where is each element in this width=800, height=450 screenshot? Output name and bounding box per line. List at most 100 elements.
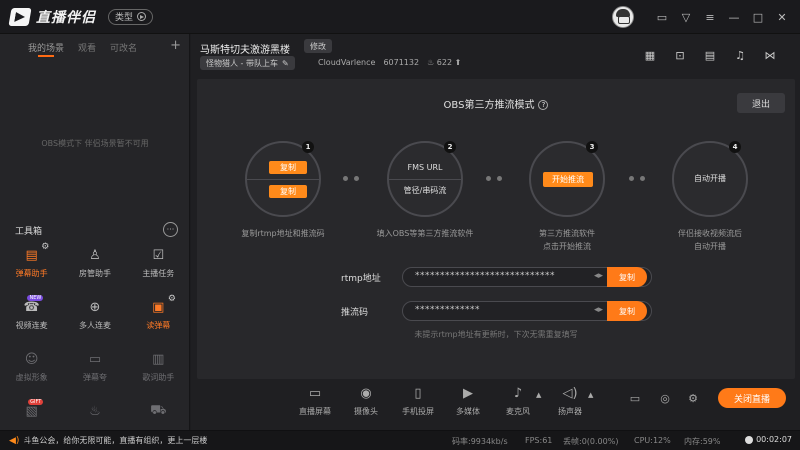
heat-number: 622 (436, 58, 453, 67)
eye-hide-icon[interactable]: ◂▸ (594, 271, 603, 281)
more-tools-icon[interactable]: ··· (163, 222, 178, 237)
tool-virtual-avatar[interactable]: ☺ 虚拟形象 (0, 350, 63, 388)
avatar-icon: ☺ (24, 351, 39, 367)
screen-capture-button[interactable]: ▭ 直播屏幕 (295, 384, 335, 417)
close-live-button[interactable]: 关闭直播 (718, 388, 786, 408)
tab-my-scenes[interactable]: 我的场景 (28, 41, 64, 60)
step-4-circle: 4 自动开播 (672, 141, 748, 217)
skin-icon[interactable]: ▽ (674, 0, 698, 34)
multimedia-button[interactable]: ▶ 多媒体 (448, 384, 488, 417)
eye-hide-icon[interactable]: ◂▸ (594, 305, 603, 315)
microphone-icon: ♪ (513, 385, 523, 401)
tool-multi-connect[interactable]: ⊕ 多人连麦 (63, 298, 126, 336)
tab-watch[interactable]: 观看 (78, 41, 96, 60)
gift-box-icon[interactable]: ▦ (640, 46, 660, 64)
settings-icon[interactable]: ⚙ (685, 392, 701, 405)
menu-icon[interactable]: ≡ (698, 0, 722, 34)
fps-stat: FPS:61 (525, 436, 553, 445)
multi-connect-icon: ⊕ (89, 299, 101, 315)
type-button[interactable]: 类型 (108, 8, 154, 25)
user-avatar[interactable] (612, 6, 634, 28)
copy-rtmp-button[interactable]: 复制 (607, 267, 647, 287)
toolbox-title: 工具箱 (15, 226, 43, 237)
lock-icon[interactable]: ⊡ (670, 46, 690, 64)
room-manager-icon: ♙ (89, 247, 101, 263)
room-title: 马斯特切夫激游黑楼 (200, 45, 290, 56)
room-actions: ▦ ⊡ ▤ ♫ ⋈ (640, 46, 780, 64)
tool-read-danmaku[interactable]: ⚙ ▣ 读弹幕 (127, 294, 190, 336)
obs-title-text: OBS第三方推流模式 (443, 100, 535, 111)
speaker-dropdown-icon[interactable]: ▲ (588, 391, 593, 399)
settings-gear-icon[interactable]: ⚙ (41, 242, 49, 252)
danmaku-icon: ▤ (25, 247, 38, 263)
type-label: 类型 (115, 13, 134, 23)
share-icon[interactable]: ⋈ (760, 46, 780, 64)
tool-danmaku-praise[interactable]: ▭ 弹幕夸 (63, 350, 126, 388)
tool-label: 扬声器 (558, 407, 582, 416)
help-icon[interactable]: ? (538, 100, 549, 110)
car-icon: ⛟ (150, 402, 167, 418)
maximize-icon[interactable]: □ (746, 0, 770, 34)
bell-icon[interactable]: ♫ (730, 46, 750, 64)
tab-renamable[interactable]: 可改名 (110, 41, 137, 60)
step-1-circle: 1 复制 复制 (245, 141, 321, 217)
settings-gear-icon[interactable]: ⚙ (168, 294, 176, 304)
scene-empty-text: OBS模式下 伴侣场景暂不可用 (41, 139, 149, 148)
stream-key-value: ************* (415, 305, 480, 315)
window-controls: ▭ ▽ ≡ — □ ✕ (612, 0, 794, 34)
step-number: 3 (586, 141, 598, 153)
step-3-caption: 第三方推流软件 点击开始推流 (539, 229, 595, 251)
minimize-icon[interactable]: — (722, 0, 746, 34)
preview-eye-icon[interactable]: ◎ (657, 392, 673, 405)
speaker-announcement-icon: ◀) (9, 435, 20, 446)
add-scene-icon[interactable]: + (170, 38, 181, 53)
step-copy-key-button[interactable]: 复制 (269, 185, 307, 198)
tool-room-manager[interactable]: ♙ 房管助手 (63, 246, 126, 284)
task-icon: ☑ (152, 247, 165, 263)
tool-streamer-task[interactable]: ☑ 主播任务 (127, 246, 190, 284)
timer-value: 00:02:07 (756, 435, 792, 444)
close-icon[interactable]: ✕ (770, 0, 794, 34)
step-copy-rtmp-button[interactable]: 复制 (269, 161, 307, 174)
media-icon: ▶ (463, 385, 473, 401)
microphone-button[interactable]: ♪ 麦克风 (498, 384, 538, 417)
record-icon[interactable]: ▭ (627, 392, 643, 405)
announcement-text: 斗鱼公会，给你无限可能，直播有组织，更上一层楼 (23, 436, 208, 445)
edit-room-button[interactable]: 修改 (304, 39, 332, 53)
step-1-caption: 复制rtmp地址和推流码 (241, 229, 325, 238)
rtmp-value: **************************** (415, 271, 555, 281)
exit-obs-button[interactable]: 退出 (737, 93, 785, 113)
tool-label: 弹幕助手 (15, 269, 48, 278)
streamer-name: CloudVarlence (318, 58, 376, 67)
tool-label: 读弹幕 (146, 321, 171, 330)
tool-label: 多人连麦 (78, 321, 111, 330)
auto-start-text: 自动开播 (694, 174, 726, 183)
tool-video-connect[interactable]: NEW ☎ 视频连麦 (0, 295, 63, 336)
tool-label: 弹幕夸 (82, 373, 107, 382)
logo-icon (8, 7, 32, 26)
phone-cast-button[interactable]: ▯ 手机投屏 (398, 384, 438, 417)
speaker-button[interactable]: ◁) 扬声器 (550, 384, 590, 417)
microphone-dropdown-icon[interactable]: ▲ (536, 391, 541, 399)
tools-grid: ⚙ ▤ 弹幕助手 ♙ 房管助手 ☑ 主播任务 NEW ☎ 视频连麦 ⊕ 多人连麦… (0, 242, 190, 440)
category-button[interactable]: 怪物猎人 - 带队上车 ✎ (200, 56, 295, 70)
rtmp-hint: 未提示rtmp地址有更新时，下次无需重复填写 (414, 330, 578, 339)
announcement[interactable]: ◀) 斗鱼公会，给你无限可能，直播有组织，更上一层楼 (9, 435, 207, 446)
app-logo: 直播伴侣 (8, 7, 96, 27)
live-timer: 00:02:07 (745, 435, 792, 444)
speaker-icon: ◁) (562, 385, 578, 401)
layout-icon[interactable]: ▤ (700, 46, 720, 64)
room-id: 6071132 (383, 58, 420, 67)
copy-key-button[interactable]: 复制 (607, 301, 647, 321)
step-connector (629, 176, 645, 181)
tool-label: 房管助手 (78, 269, 111, 278)
camera-button[interactable]: ◉ 摄像头 (346, 384, 386, 417)
step-number: 1 (302, 141, 314, 153)
obs-title: OBS第三方推流模式? (197, 96, 795, 111)
feedback-icon[interactable]: ▭ (650, 0, 674, 34)
stream-key-label: 推流码 (341, 308, 369, 318)
heat-value: ♨ 622 ⬆ (427, 58, 462, 67)
tool-lyrics[interactable]: ▥ 歌词助手 (127, 350, 190, 388)
step-4-caption: 伴侣接收视频流后 自动开播 (678, 229, 742, 251)
tool-danmaku-assistant[interactable]: ⚙ ▤ 弹幕助手 (0, 242, 63, 284)
